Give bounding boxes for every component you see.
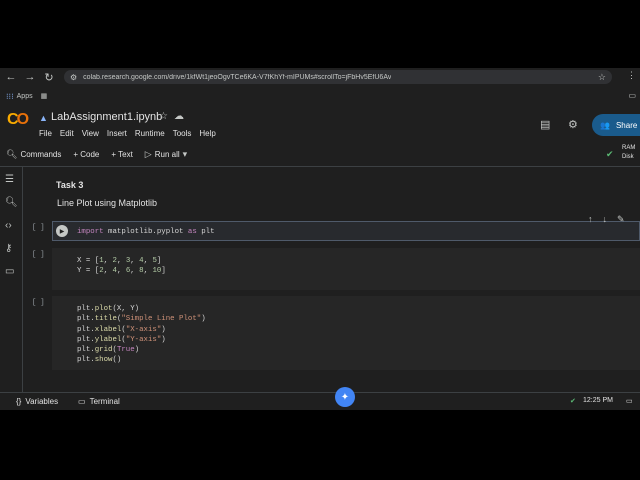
commands-button[interactable]: 🔍︎ Commands [6, 149, 61, 160]
run-all-button[interactable]: ▷ Run all ▾ [145, 149, 187, 160]
address-bar[interactable]: ⚙ colab.research.google.com/drive/1kfWt1… [64, 70, 612, 84]
screen: ← → ↻ ⚙ colab.research.google.com/drive/… [0, 68, 640, 410]
variables-label: Variables [25, 397, 59, 406]
tab-groups-icon[interactable]: ▦ [41, 92, 48, 100]
connected-check-icon: ✔ [606, 149, 614, 159]
menu-view[interactable]: View [82, 129, 99, 138]
code-line: X = [1, 2, 3, 4, 5] [77, 257, 162, 265]
code-block[interactable]: X = [1, 2, 3, 4, 5] Y = [2, 4, 6, 8, 10] [77, 256, 166, 277]
add-code-label: + Code [73, 149, 100, 159]
notebook-title[interactable]: LabAssignment1.ipynb [51, 111, 162, 123]
settings-gear-icon[interactable]: ⚙ [568, 118, 578, 131]
play-icon: ▷ [144, 148, 152, 159]
share-button[interactable]: 👥 Share [592, 114, 640, 136]
apps-grid-icon[interactable]: ⁝⁝⁝ [6, 92, 14, 101]
add-text-button[interactable]: + Text [111, 150, 132, 159]
notebook-toolbar: 🔍︎ Commands + Code + Text ▷ Run all ▾ [0, 146, 640, 162]
ram-label: RAM [622, 145, 636, 151]
code-block[interactable]: plt.plot(X, Y) plt.title("Simple Line Pl… [77, 304, 206, 366]
code-line[interactable]: import matplotlib.pyplot as plt [77, 227, 215, 237]
commands-label: Commands [20, 149, 62, 159]
toolbar-divider [0, 166, 640, 167]
add-code-button[interactable]: + Code [73, 150, 99, 159]
disk-label: Disk [622, 154, 634, 160]
people-icon: 👥 [600, 120, 610, 130]
terminal-label: Terminal [89, 397, 120, 406]
terminal-icon: ▭ [78, 397, 86, 406]
menu-runtime[interactable]: Runtime [135, 129, 165, 138]
status-bar: {} Variables ▭ Terminal [0, 392, 640, 410]
files-folder-icon[interactable]: ▭ [5, 266, 14, 277]
edit-pencil-icon[interactable]: ✎ [617, 214, 625, 225]
browser-toolbar: ← → ↻ ⚙ colab.research.google.com/drive/… [0, 68, 640, 86]
resource-monitor[interactable]: RAM Disk [622, 144, 635, 162]
variables-button[interactable]: {} Variables [16, 397, 58, 406]
run-all-label: Run all [154, 149, 180, 159]
status-time: 12:25 PM [583, 397, 613, 404]
gemini-button[interactable]: ✦ [335, 387, 355, 407]
search-icon: 🔍︎ [6, 148, 18, 159]
url-text: colab.research.google.com/drive/1kfWt1je… [83, 73, 392, 81]
execution-count: [ ] [32, 299, 45, 307]
side-rail: ☰ 🔍︎ ‹› ⚷ ▭ [0, 172, 22, 392]
find-icon[interactable]: 🔍︎ [5, 197, 18, 208]
move-up-icon[interactable]: ↑ [588, 214, 593, 225]
secrets-key-icon[interactable]: ⚷ [5, 243, 12, 254]
add-text-label: + Text [111, 149, 133, 159]
execution-count: [ ] [32, 224, 45, 232]
text-cell-body: Line Plot using Matplotlib [57, 198, 158, 208]
colab-header: CO ▲ LabAssignment1.ipynb ☆ ☁ File Edit … [0, 106, 640, 144]
menu-insert[interactable]: Insert [107, 129, 127, 138]
site-info-icon[interactable]: ⚙ [70, 73, 77, 82]
apps-link[interactable]: Apps [17, 93, 33, 100]
run-cell-button[interactable]: ▶ [56, 225, 68, 237]
back-icon[interactable]: ← [3, 69, 19, 85]
drive-icon: ▲ [39, 113, 48, 123]
status-check-icon: ✔ [570, 398, 576, 405]
bookmarks-bar: ⁝⁝⁝ Apps ▦ ▭ [0, 88, 640, 104]
table-of-contents-icon[interactable]: ☰ [5, 174, 14, 185]
bookmark-star-icon[interactable]: ☆ [598, 72, 606, 83]
star-icon[interactable]: ☆ [159, 111, 168, 122]
code-snippets-icon[interactable]: ‹› [5, 220, 12, 231]
execution-count: [ ] [32, 251, 45, 259]
forward-icon[interactable]: → [22, 69, 38, 85]
comments-icon[interactable]: ▤ [540, 118, 550, 131]
menu-bar: File Edit View Insert Runtime Tools Help [39, 129, 216, 138]
menu-help[interactable]: Help [199, 129, 215, 138]
code-line: Y = [2, 4, 6, 8, 10] [77, 267, 166, 276]
chevron-down-icon[interactable]: ▾ [183, 149, 188, 160]
colab-logo[interactable]: CO [7, 111, 29, 129]
move-down-icon[interactable]: ↓ [603, 214, 608, 225]
cell-toolbar: ↑ ↓ ✎ [588, 214, 625, 225]
rail-divider [22, 167, 23, 392]
menu-tools[interactable]: Tools [173, 129, 192, 138]
curly-braces-icon: {} [16, 397, 22, 406]
menu-edit[interactable]: Edit [60, 129, 74, 138]
panel-icon[interactable]: ▭ [626, 397, 633, 405]
share-label: Share [615, 120, 638, 130]
text-cell-heading: Task 3 [56, 180, 84, 190]
all-bookmarks-icon[interactable]: ▭ [628, 91, 636, 100]
menu-dots-icon[interactable]: ⋮ [627, 70, 636, 81]
menu-file[interactable]: File [39, 129, 52, 138]
reload-icon[interactable]: ↻ [41, 69, 57, 85]
cloud-icon[interactable]: ☁ [174, 111, 184, 122]
terminal-button[interactable]: ▭ Terminal [78, 397, 120, 406]
